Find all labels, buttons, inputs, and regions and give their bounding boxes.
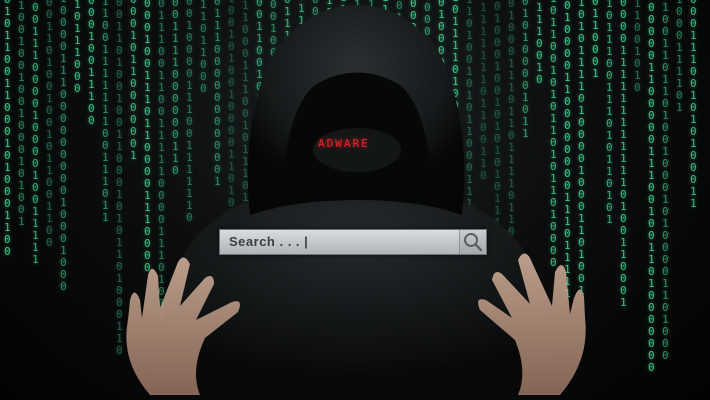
adware-label: ADWARE xyxy=(318,137,370,150)
hooded-figure xyxy=(126,5,586,400)
magnifier-icon xyxy=(464,233,483,252)
search-input[interactable]: Search . . . | xyxy=(229,234,308,249)
scene: 0 0 0 1 0 1 1 0 0 1 1 0 0 0 1 0 1 0 0 0 … xyxy=(0,0,710,400)
search-button[interactable] xyxy=(459,230,486,254)
search-bar[interactable]: Search . . . | xyxy=(219,229,487,255)
